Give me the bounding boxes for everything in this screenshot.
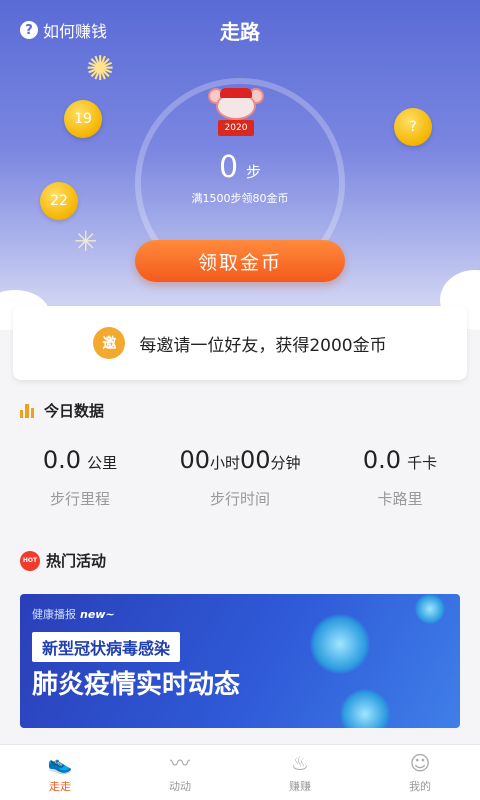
hours-unit: 小时 xyxy=(209,454,240,472)
tab-mine[interactable]: ☺ 我的 xyxy=(360,745,480,800)
tab-mine-label: 我的 xyxy=(409,779,431,793)
bar-chart-icon xyxy=(20,403,36,418)
distance-value: 0.0 xyxy=(42,446,82,474)
money-bag-icon: ♨ xyxy=(291,750,309,775)
tab-earn[interactable]: ♨ 赚赚 xyxy=(240,745,360,800)
minutes-unit: 分钟 xyxy=(270,454,301,472)
page-title: 走路 xyxy=(220,20,260,44)
banner-kicker-text: 健康播报 xyxy=(32,608,76,621)
today-data-heading: 今日数据 xyxy=(20,400,104,421)
step-count: 0步 xyxy=(0,150,480,185)
firework-icon: ✳ xyxy=(74,225,98,258)
distance-unit: 公里 xyxy=(87,454,118,472)
stat-distance: 0.0 公里 步行里程 xyxy=(0,446,160,509)
hot-flame-icon: HOT xyxy=(20,550,40,571)
banner-kicker-tag: new~ xyxy=(80,608,115,621)
invite-text: 每邀请一位好友，获得2000金币 xyxy=(139,335,387,356)
banner-subtitle: 新型冠状病毒感染 xyxy=(32,632,181,662)
mouse-mascot-icon: 2020 xyxy=(206,88,266,142)
duration-label: 步行时间 xyxy=(209,490,270,508)
banner-title: 肺炎疫情实时动态 xyxy=(32,670,241,700)
coin-icon[interactable]: 19 xyxy=(64,100,102,138)
step-goal-text: 满1500步领80金币 xyxy=(191,192,289,205)
run-icon: 〰 xyxy=(170,750,190,775)
epidemic-news-banner[interactable]: 健康播报 new~ 新型冠状病毒感染 肺炎疫情实时动态 xyxy=(20,594,460,728)
invite-friends-card[interactable]: 邀 每邀请一位好友，获得2000金币 xyxy=(13,306,467,380)
stat-duration: 00小时00分钟 步行时间 xyxy=(160,446,320,509)
bottom-tab-bar: 👟 走走 〰 动动 ♨ 赚赚 ☺ 我的 xyxy=(0,744,480,800)
tab-walk-label: 走走 xyxy=(49,779,71,793)
calories-unit: 千卡 xyxy=(407,454,438,472)
calories-value: 0.0 xyxy=(362,446,402,474)
stat-calories: 0.0 千卡 卡路里 xyxy=(320,446,480,509)
smile-icon: ☺ xyxy=(409,750,431,775)
today-data-title: 今日数据 xyxy=(44,402,105,420)
tab-earn-label: 赚赚 xyxy=(289,779,311,793)
tab-move-label: 动动 xyxy=(169,779,191,793)
calories-label: 卡路里 xyxy=(377,490,423,508)
hours-value: 00 xyxy=(179,446,210,474)
banner-kicker: 健康播报 new~ xyxy=(32,606,115,622)
invite-icon: 邀 xyxy=(93,327,126,359)
claim-coins-button[interactable]: 领取金币 xyxy=(135,240,345,282)
tab-walk[interactable]: 👟 走走 xyxy=(0,745,120,800)
virus-icon xyxy=(310,614,370,674)
virus-icon xyxy=(415,594,445,624)
step-count-unit: 步 xyxy=(246,163,262,181)
firework-icon: ✺ xyxy=(86,49,115,89)
hero-panel: ? 如何赚钱 走路 ✺ ✳ 19 22 ? 2020 0步 满1500步领80金… xyxy=(0,0,480,330)
hot-activities-title: 热门活动 xyxy=(46,552,107,570)
distance-label: 步行里程 xyxy=(49,490,110,508)
virus-icon xyxy=(340,689,390,728)
hot-activities-heading: HOT 热门活动 xyxy=(20,550,106,571)
mascot-year-tag: 2020 xyxy=(218,120,254,136)
shoe-icon: 👟 xyxy=(47,750,73,775)
coin-icon[interactable]: ? xyxy=(394,108,432,146)
tab-move[interactable]: 〰 动动 xyxy=(120,745,240,800)
step-count-value: 0 xyxy=(218,150,239,185)
minutes-value: 00 xyxy=(240,446,271,474)
